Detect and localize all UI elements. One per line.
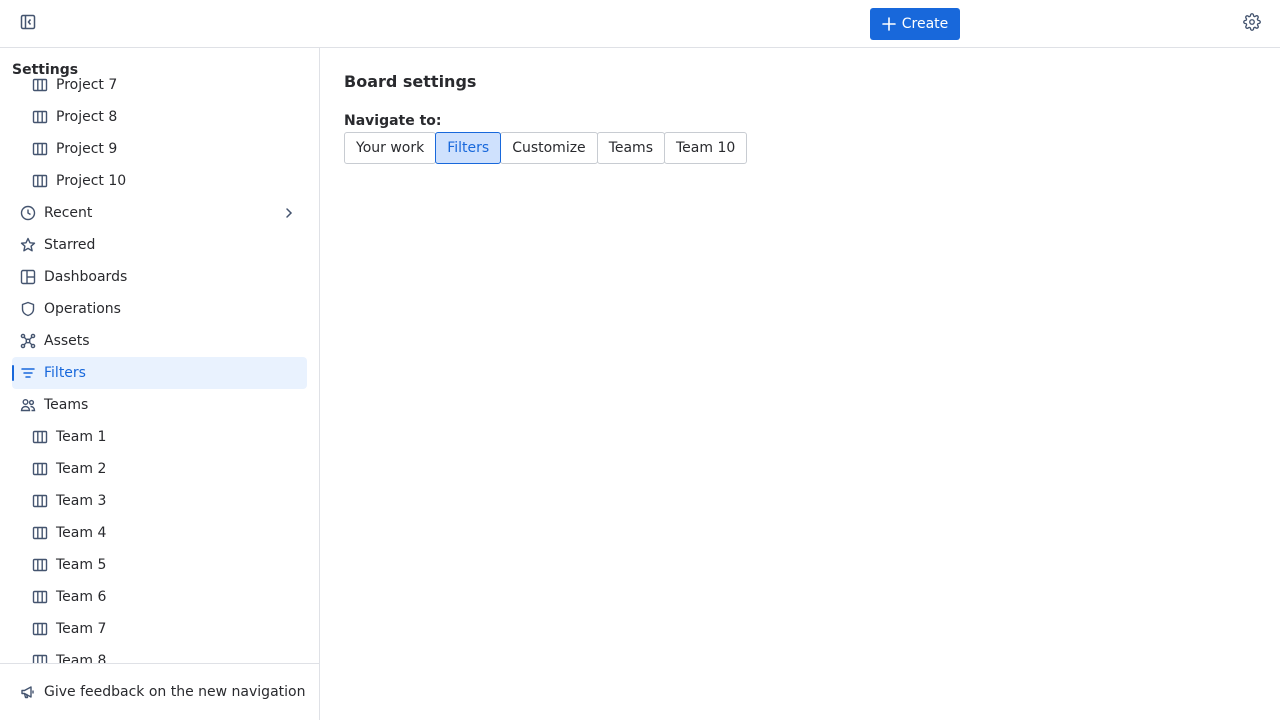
- sidebar-item-team-2[interactable]: Team 2: [24, 453, 307, 485]
- board-icon: [32, 621, 48, 637]
- sidebar-item-team-7[interactable]: Team 7: [24, 613, 307, 645]
- sidebar-item-label: Team 2: [56, 461, 107, 477]
- board-icon: [32, 173, 48, 189]
- sidebar-item-team-3[interactable]: Team 3: [24, 485, 307, 517]
- page-title: Board settings: [344, 72, 477, 91]
- sidebar-item-project-10[interactable]: Project 10: [24, 165, 307, 197]
- sidebar-item-assets[interactable]: Assets: [12, 325, 307, 357]
- sidebar-item-dashboards[interactable]: Dashboards: [12, 261, 307, 293]
- sidebar-item-team-1[interactable]: Team 1: [24, 421, 307, 453]
- sidebar-item-label: Filters: [44, 365, 86, 381]
- sidebar-item-label: Team 1: [56, 429, 107, 445]
- give-feedback-label: Give feedback on the new navigation: [44, 684, 306, 700]
- give-feedback-button[interactable]: Give feedback on the new navigation: [12, 676, 307, 708]
- create-button-label: Create: [901, 16, 949, 32]
- clock-icon: [20, 205, 36, 221]
- settings-button[interactable]: [1236, 8, 1268, 40]
- star-icon: [20, 237, 36, 253]
- sidebar-item-label: Dashboards: [44, 269, 128, 285]
- navigate-button-group: Your work Filters Customize Teams Team 10: [344, 132, 748, 164]
- main-content: Board settings Navigate to: Your work Fil…: [320, 48, 1280, 720]
- board-icon: [32, 77, 48, 93]
- sidebar-item-operations[interactable]: Operations: [12, 293, 307, 325]
- sidebar-heading: Settings: [12, 62, 85, 78]
- sidebar-item-label: Project 7: [56, 77, 118, 93]
- sidebar-item-label: Recent: [44, 205, 93, 221]
- navigate-team-10-button[interactable]: Team 10: [663, 132, 748, 164]
- people-icon: [20, 397, 36, 413]
- sidebar-item-label: Team 5: [56, 557, 107, 573]
- navigate-filters-button[interactable]: Filters: [435, 132, 502, 164]
- sidebar-item-recent[interactable]: Recent: [12, 197, 307, 229]
- navigate-customize-button[interactable]: Customize: [500, 132, 598, 164]
- sidebar-item-label: Assets: [44, 333, 90, 349]
- sidebar-item-label: Project 10: [56, 173, 127, 189]
- sidebar-item-label: Starred: [44, 237, 96, 253]
- sidebar-item-label: Teams: [44, 397, 89, 413]
- filter-icon: [20, 365, 36, 381]
- board-icon: [32, 493, 48, 509]
- sidebar-item-team-4[interactable]: Team 4: [24, 517, 307, 549]
- board-icon: [32, 557, 48, 573]
- megaphone-icon: [20, 684, 36, 700]
- sidebar-item-label: Project 9: [56, 141, 118, 157]
- sidebar-item-label: Team 6: [56, 589, 107, 605]
- sidebar-item-teams[interactable]: Teams: [12, 389, 307, 421]
- board-icon: [32, 461, 48, 477]
- assets-icon: [20, 333, 36, 349]
- board-icon: [32, 525, 48, 541]
- dashboard-icon: [20, 269, 36, 285]
- selected-indicator: [12, 365, 14, 381]
- sidebar-toggle-button[interactable]: [12, 8, 44, 40]
- sidebar-footer: Give feedback on the new navigation: [0, 663, 319, 720]
- gear-icon: [1243, 13, 1261, 35]
- navigate-to-label: Navigate to:: [344, 113, 442, 129]
- sidebar-item-label: Project 8: [56, 109, 118, 125]
- shield-icon: [20, 301, 36, 317]
- board-icon: [32, 141, 48, 157]
- sidebar-item-filters[interactable]: Filters: [12, 357, 307, 389]
- sidebar-item-label: Team 3: [56, 493, 107, 509]
- top-navigation-bar: Create: [0, 0, 1280, 48]
- sidebar-item-starred[interactable]: Starred: [12, 229, 307, 261]
- navigate-teams-button[interactable]: Teams: [596, 132, 665, 164]
- sidebar-item-label: Operations: [44, 301, 121, 317]
- create-button[interactable]: Create: [870, 8, 960, 40]
- board-icon: [32, 109, 48, 125]
- board-icon: [32, 589, 48, 605]
- sidebar-item-project-8[interactable]: Project 8: [24, 101, 307, 133]
- board-icon: [32, 429, 48, 445]
- sidebar-item-project-9[interactable]: Project 9: [24, 133, 307, 165]
- navigate-your-work-button[interactable]: Your work: [344, 132, 437, 164]
- chevron-right-icon[interactable]: [281, 205, 297, 221]
- sidebar-collapse-icon: [20, 14, 36, 34]
- plus-icon: [881, 17, 896, 31]
- sidebar: Settings Project 7 Project 8 Project 9 Proj…: [0, 48, 320, 720]
- sidebar-item-label: Team 7: [56, 621, 107, 637]
- sidebar-item-team-5[interactable]: Team 5: [24, 549, 307, 581]
- sidebar-item-label: Team 4: [56, 525, 107, 541]
- sidebar-item-team-6[interactable]: Team 6: [24, 581, 307, 613]
